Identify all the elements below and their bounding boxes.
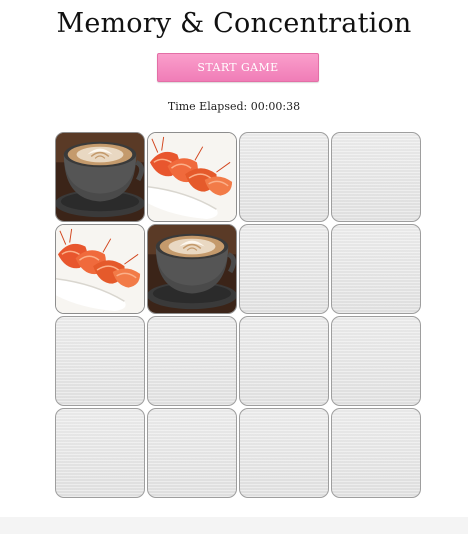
start-game-button[interactable]: START GAME	[157, 53, 319, 82]
card-face-down-r4c3[interactable]	[239, 408, 329, 498]
card-face-down-r3c3[interactable]	[239, 316, 329, 406]
card-face-down-r4c1[interactable]	[55, 408, 145, 498]
coffee-cup-image	[56, 133, 144, 221]
page-title: Memory & Concentration	[56, 8, 412, 39]
card-coffee-cup-r1c1[interactable]	[55, 132, 145, 222]
card-shrimp-dish-r1c2[interactable]	[147, 132, 237, 222]
shrimp-dish-image	[56, 225, 144, 313]
card-face-down-r3c4[interactable]	[331, 316, 421, 406]
card-face-down-r2c4[interactable]	[331, 224, 421, 314]
card-grid	[55, 132, 423, 500]
time-elapsed-label: Time Elapsed: 00:00:38	[167, 100, 301, 113]
card-face-down-r1c4[interactable]	[331, 132, 421, 222]
card-face-down-r3c2[interactable]	[147, 316, 237, 406]
card-shrimp-dish-r2c1[interactable]	[55, 224, 145, 314]
coffee-cup-image	[148, 225, 236, 313]
card-face-down-r1c3[interactable]	[239, 132, 329, 222]
card-face-down-r2c3[interactable]	[239, 224, 329, 314]
card-coffee-cup-r2c2[interactable]	[147, 224, 237, 314]
card-face-down-r4c4[interactable]	[331, 408, 421, 498]
shrimp-dish-image	[148, 133, 236, 221]
card-face-down-r4c2[interactable]	[147, 408, 237, 498]
page-footer	[0, 517, 468, 534]
card-face-down-r3c1[interactable]	[55, 316, 145, 406]
